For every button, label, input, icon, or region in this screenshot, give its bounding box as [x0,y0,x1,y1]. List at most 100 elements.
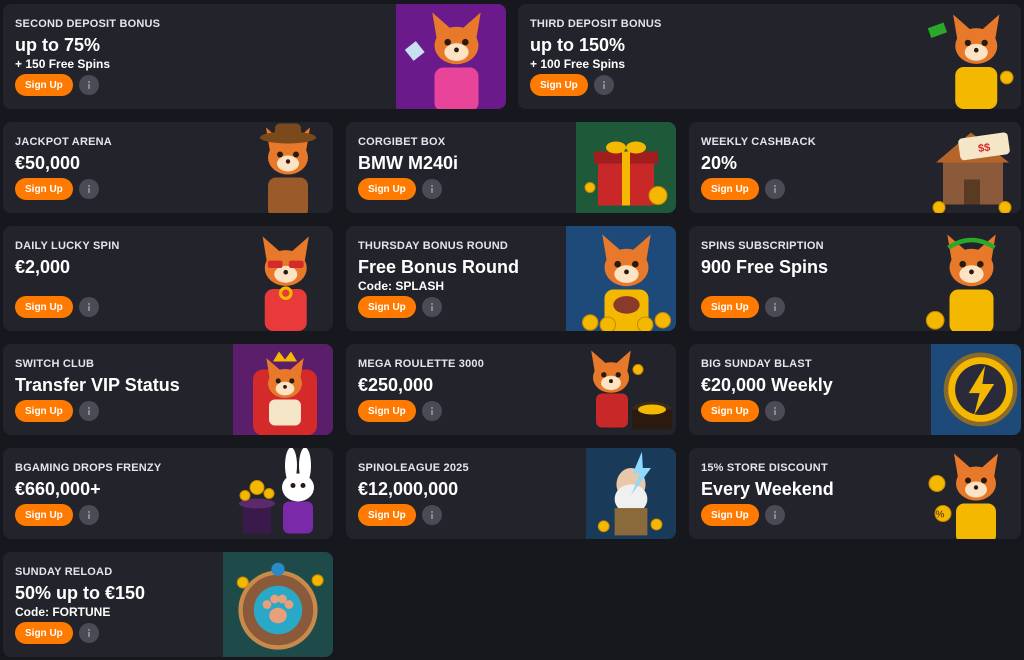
sign-up-button[interactable]: Sign Up [530,74,588,96]
svg-text:$$: $$ [977,142,991,156]
promo-subtext: + 150 Free Spins [15,57,111,71]
promo-card: SPINOLEAGUE 2025 €12,000,000 Sign Up [346,448,676,539]
info-icon[interactable] [764,297,785,317]
corgi-coins-icon [566,226,676,331]
info-icon[interactable] [78,75,99,95]
promo-text: SUNDAY RELOAD 50% up to €150 Code: FORTUNE [15,566,145,619]
info-icon[interactable] [78,401,99,421]
corgi-sunglasses-icon [228,226,333,331]
promo-actions: Sign Up [15,296,99,318]
rabbit-magician-icon [233,448,333,539]
corgi-throne-icon [233,344,333,435]
sign-up-button[interactable]: Sign Up [701,400,759,422]
promo-actions: Sign Up [15,622,99,644]
info-icon[interactable] [78,623,99,643]
promo-card: SPINS SUBSCRIPTION 900 Free Spins Sign Up [689,226,1021,331]
promo-headline: €660,000+ [15,479,101,499]
sign-up-button[interactable]: Sign Up [15,504,73,526]
promo-text: BIG SUNDAY BLAST €20,000 Weekly [701,358,833,395]
info-icon[interactable] [421,297,442,317]
promo-actions: Sign Up [701,400,785,422]
promo-text: SPINOLEAGUE 2025 €12,000,000 [358,462,469,499]
promo-actions: Sign Up [358,296,442,318]
promo-card: SECOND DEPOSIT BONUS up to 75% + 150 Free … [3,4,506,109]
promo-actions: Sign Up [15,178,99,200]
info-icon[interactable] [421,401,442,421]
promo-text: MEGA ROULETTE 3000 €250,000 [358,358,484,395]
promo-text: SWITCH CLUB Transfer VIP Status [15,358,180,395]
promo-card: BGAMING DROPS FRENZY €660,000+ Sign Up [3,448,333,539]
sign-up-button[interactable]: Sign Up [358,504,416,526]
sign-up-button[interactable]: Sign Up [701,296,759,318]
promo-kicker: JACKPOT ARENA [15,136,112,148]
promo-text: THIRD DEPOSIT BONUS up to 150% + 100 Free … [530,18,662,71]
promo-subtext: Code: SPLASH [358,279,445,293]
info-icon[interactable] [78,179,99,199]
promo-actions: Sign Up [358,178,442,200]
promo-headline: 20% [701,153,738,173]
promo-card: THURSDAY BONUS ROUND Free Bonus Round Code… [346,226,676,331]
promo-actions: Sign Up [701,504,785,526]
promo-text: SECOND DEPOSIT BONUS up to 75% + 150 Free … [15,18,160,71]
fox-percent-icon: % [921,448,1021,539]
promo-text: CORGIBET BOX BMW M240i [358,136,458,173]
info-icon[interactable] [421,505,442,525]
promo-text: SPINS SUBSCRIPTION 900 Free Spins [701,240,828,277]
promo-headline: BMW M240i [358,153,459,173]
promo-headline: €250,000 [358,375,434,395]
fox-money-icon [921,4,1021,109]
sign-up-button[interactable]: Sign Up [15,400,73,422]
info-icon[interactable] [593,75,614,95]
promo-card: THIRD DEPOSIT BONUS up to 150% + 100 Free … [518,4,1021,109]
promo-kicker: MEGA ROULETTE 3000 [358,358,485,370]
sign-up-button[interactable]: Sign Up [701,504,759,526]
info-icon[interactable] [764,179,785,199]
promo-headline: €50,000 [15,153,81,173]
promo-card: SUNDAY RELOAD 50% up to €150 Code: FORTUNE… [3,552,333,657]
cashback-house-icon: $$ [921,122,1021,213]
promo-actions: Sign Up [701,296,785,318]
sign-up-button[interactable]: Sign Up [358,400,416,422]
svg-text:%: % [936,510,945,521]
sign-up-button[interactable]: Sign Up [15,622,73,644]
promo-headline: €2,000 [15,257,71,277]
promo-headline: up to 150% [530,35,626,55]
promo-kicker: SUNDAY RELOAD [15,566,113,578]
promo-kicker: THIRD DEPOSIT BONUS [530,18,662,30]
promo-text: 15% STORE DISCOUNT Every Weekend [701,462,834,499]
promo-actions: Sign Up [15,504,99,526]
promo-actions: Sign Up [701,178,785,200]
promo-text: THURSDAY BONUS ROUND Free Bonus Round Code… [358,240,519,293]
promo-kicker: 15% STORE DISCOUNT [701,462,828,474]
promo-text: BGAMING DROPS FRENZY €660,000+ [15,462,161,499]
promo-subtext: + 100 Free Spins [530,57,626,71]
info-icon[interactable] [764,505,785,525]
promo-kicker: WEEKLY CASHBACK [701,136,816,148]
info-icon[interactable] [421,179,442,199]
promo-actions: Sign Up [530,74,614,96]
promo-kicker: SPINS SUBSCRIPTION [701,240,824,252]
promo-headline: €20,000 Weekly [701,375,833,395]
promo-actions: Sign Up [358,504,442,526]
info-icon[interactable] [764,401,785,421]
promo-subtext: Code: FORTUNE [15,605,111,619]
sign-up-button[interactable]: Sign Up [358,178,416,200]
corgi-toga-icon [911,226,1021,331]
sign-up-button[interactable]: Sign Up [15,74,73,96]
info-icon[interactable] [78,505,99,525]
sign-up-button[interactable]: Sign Up [15,296,73,318]
info-icon[interactable] [78,297,99,317]
promo-text: JACKPOT ARENA €50,000 [15,136,112,173]
promo-card: MEGA ROULETTE 3000 €250,000 Sign Up [346,344,676,435]
sign-up-button[interactable]: Sign Up [701,178,759,200]
zeus-icon [586,448,676,539]
sign-up-button[interactable]: Sign Up [15,178,73,200]
promo-text: WEEKLY CASHBACK 20% [701,136,816,173]
promo-kicker: DAILY LUCKY SPIN [15,240,120,252]
promo-card: 15% STORE DISCOUNT Every Weekend Sign Up % [689,448,1021,539]
promo-headline: Every Weekend [701,479,834,499]
corgi-cowboy-icon [233,122,333,213]
promo-kicker: THURSDAY BONUS ROUND [358,240,509,252]
lightning-coin-icon [931,344,1021,435]
sign-up-button[interactable]: Sign Up [358,296,416,318]
